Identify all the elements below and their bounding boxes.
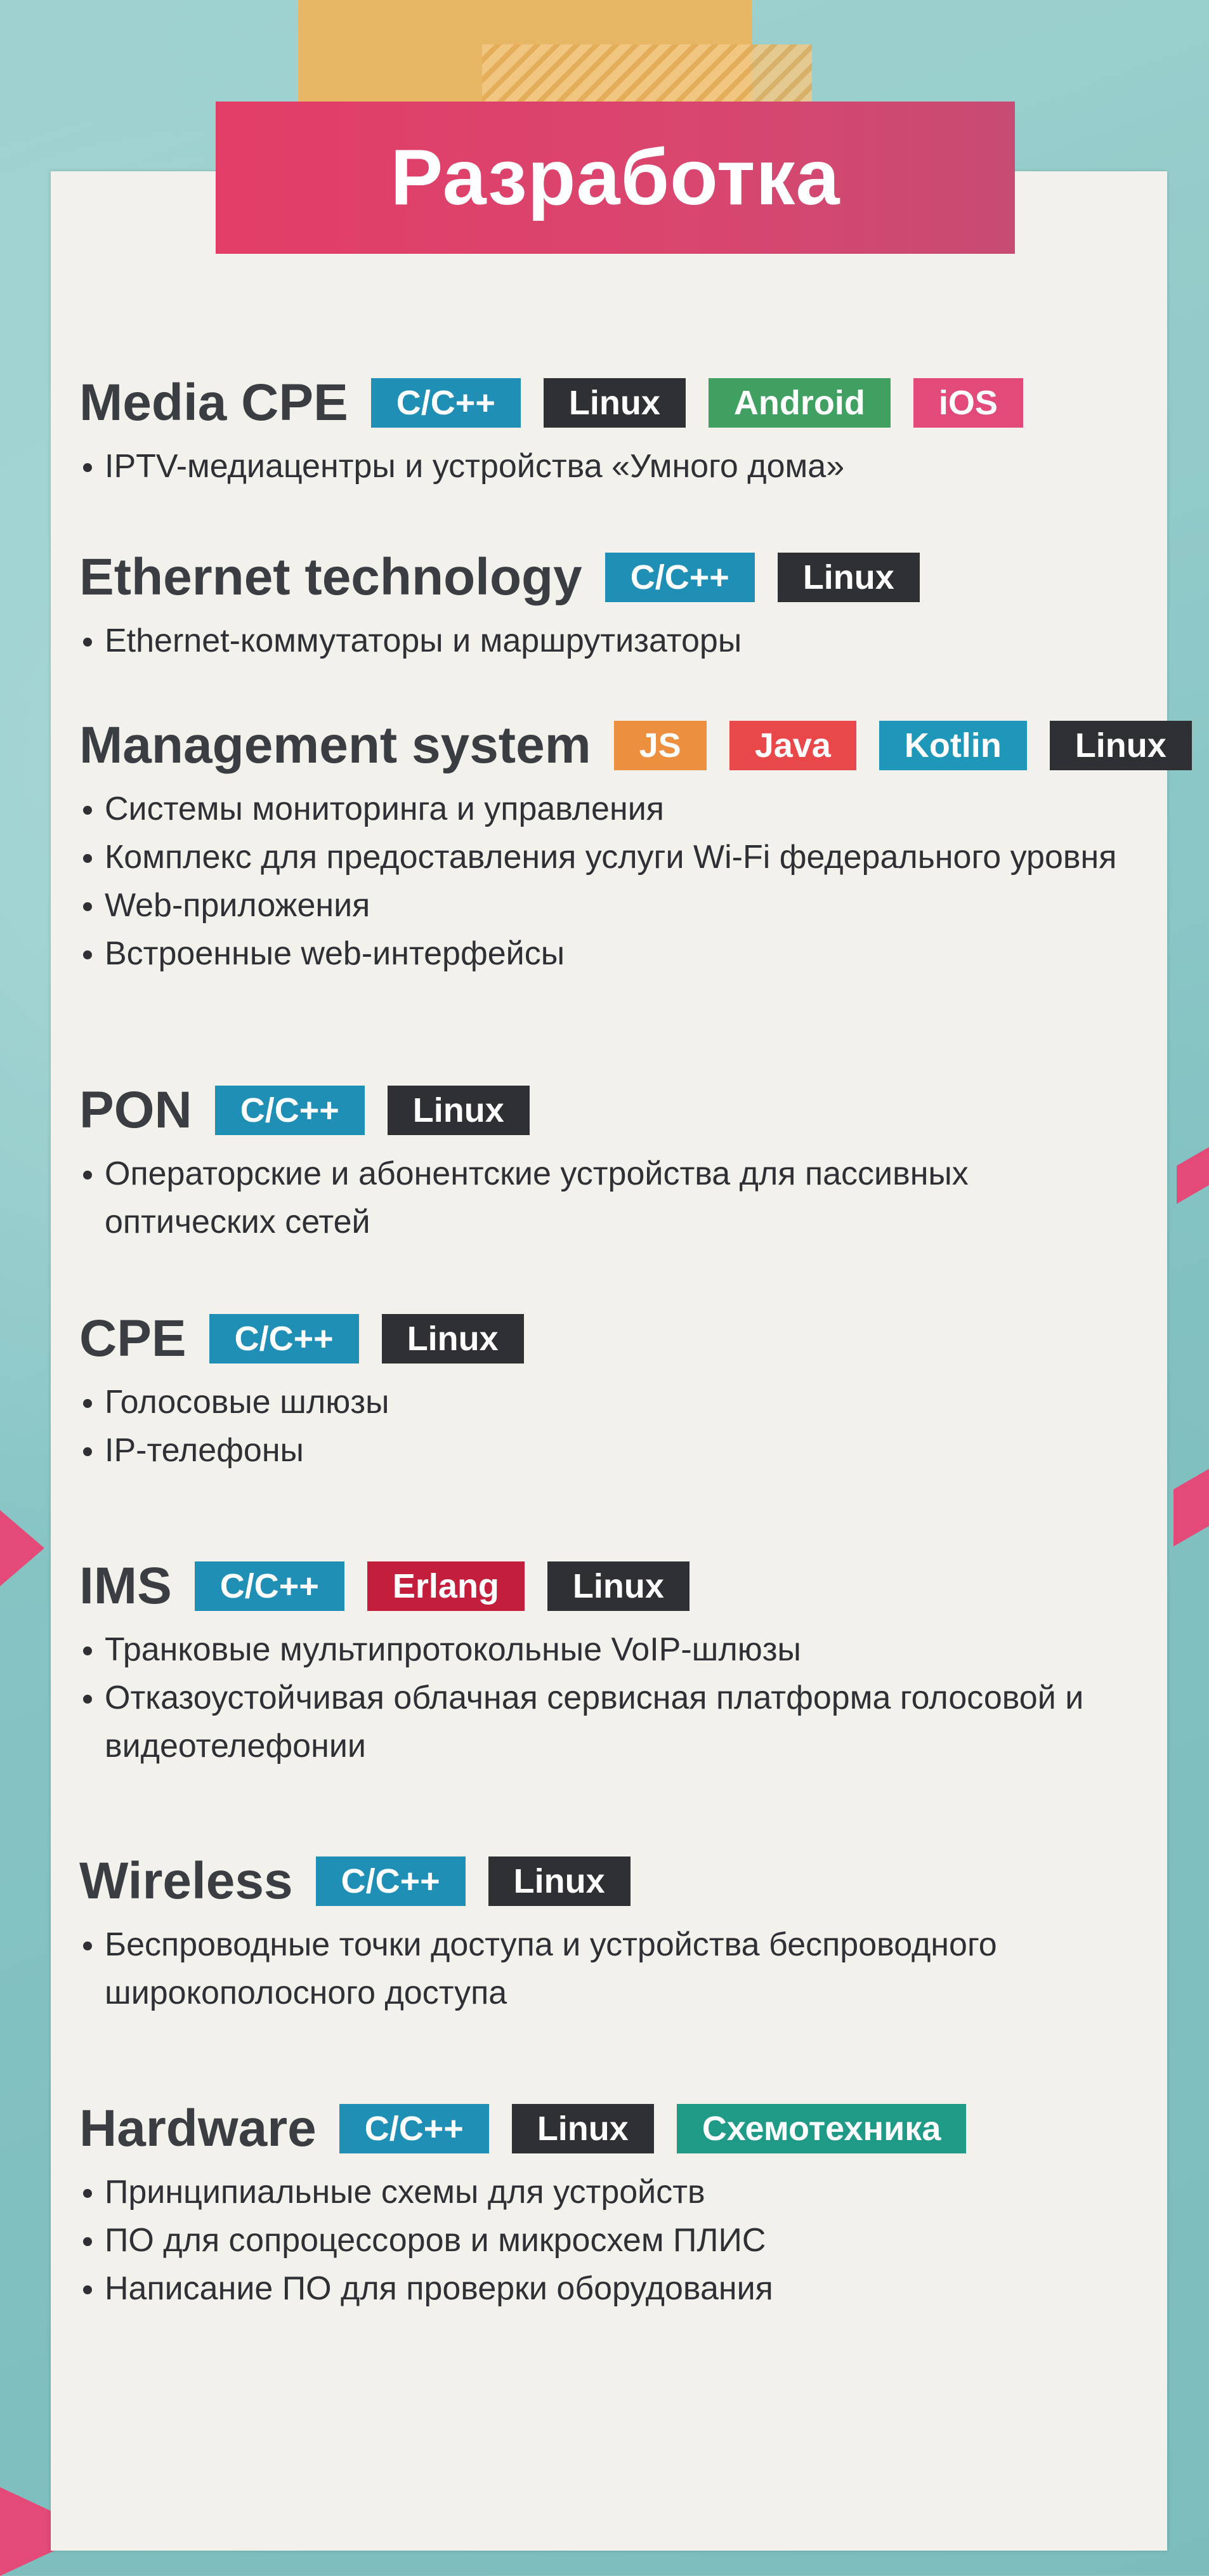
list-item: IPTV-медиацентры и устройства «Умного до… <box>79 442 1126 490</box>
tag-kotlin: Kotlin <box>879 721 1027 770</box>
tag-linux: Linux <box>488 1856 631 1906</box>
section-management-system: Management system JS Java Kotlin Linux С… <box>79 714 1192 978</box>
list-item: Встроенные web-интерфейсы <box>79 930 1126 978</box>
section-title: PON <box>79 1081 192 1139</box>
section-title: Wireless <box>79 1852 293 1910</box>
section-wireless: Wireless C/C++ Linux Беспроводные точки … <box>79 1850 1126 2017</box>
section-title: Management system <box>79 716 591 774</box>
tag-linux: Linux <box>511 2104 654 2153</box>
tag-js: JS <box>613 721 707 770</box>
section-ethernet-technology: Ethernet technology C/C++ Linux Ethernet… <box>79 546 1126 665</box>
section-media-cpe: Media CPE C/C++ Linux Android iOS IPTV-м… <box>79 371 1126 490</box>
section-ims: IMS C/C++ Erlang Linux Транковые мультип… <box>79 1554 1126 1770</box>
list-item: Комплекс для предоставления услуги Wi-Fi… <box>79 833 1126 881</box>
section-hardware: Hardware C/C++ Linux Схемотехника Принци… <box>79 2097 1126 2313</box>
list-item: Принципиальные схемы для устройств <box>79 2168 1126 2216</box>
tag-linux: Linux <box>547 1561 689 1611</box>
section-cpe: CPE C/C++ Linux Голосовые шлюзы IP-телеф… <box>79 1307 1126 1475</box>
list-item: Операторские и абонентские устройства дл… <box>79 1150 1126 1246</box>
list-item: Транковые мультипротокольные VoIP-шлюзы <box>79 1626 1126 1674</box>
section-title: IMS <box>79 1557 172 1615</box>
tag-java: Java <box>729 721 856 770</box>
section-pon: PON C/C++ Linux Операторские и абонентск… <box>79 1079 1126 1246</box>
tag-linux: Linux <box>381 1314 524 1364</box>
list-item: ПО для сопроцессоров и микросхем ПЛИС <box>79 2216 1126 2264</box>
list-item: IP-телефоны <box>79 1426 1126 1475</box>
tag-cpp: C/C++ <box>604 553 755 602</box>
tag-cpp: C/C++ <box>370 378 521 428</box>
tag-linux: Linux <box>387 1086 530 1135</box>
tag-cpp: C/C++ <box>194 1561 344 1611</box>
section-title: Media CPE <box>79 374 348 431</box>
section-title: Hardware <box>79 2100 317 2157</box>
tag-erlang: Erlang <box>367 1561 525 1611</box>
list-item: Беспроводные точки доступа и устройства … <box>79 1921 1126 2017</box>
tag-cpp: C/C++ <box>315 1856 466 1906</box>
list-item: Ethernet-коммутаторы и маршрутизаторы <box>79 617 1126 665</box>
tag-linux: Linux <box>543 378 686 428</box>
tag-cpp: C/C++ <box>209 1314 359 1364</box>
decor-pink-triangle <box>0 1510 44 1586</box>
tag-linux: Linux <box>777 553 920 602</box>
tag-cpp: C/C++ <box>339 2104 489 2153</box>
section-title: CPE <box>79 1310 186 1367</box>
list-item: Отказоустойчивая облачная сервисная плат… <box>79 1674 1126 1770</box>
section-title: Ethernet technology <box>79 548 582 606</box>
list-item: Системы мониторинга и управления <box>79 785 1126 833</box>
list-item: Написание ПО для проверки оборудования <box>79 2264 1126 2313</box>
tag-linux: Linux <box>1049 721 1192 770</box>
list-item: Голосовые шлюзы <box>79 1378 1126 1426</box>
tag-cpp: C/C++ <box>214 1086 365 1135</box>
page-title: Разработка <box>390 134 840 221</box>
tag-android: Android <box>708 378 891 428</box>
tag-schemotech: Схемотехника <box>676 2104 967 2153</box>
tag-ios: iOS <box>913 378 1023 428</box>
page-title-banner: Разработка <box>216 102 1015 254</box>
list-item: Web-приложения <box>79 881 1126 930</box>
